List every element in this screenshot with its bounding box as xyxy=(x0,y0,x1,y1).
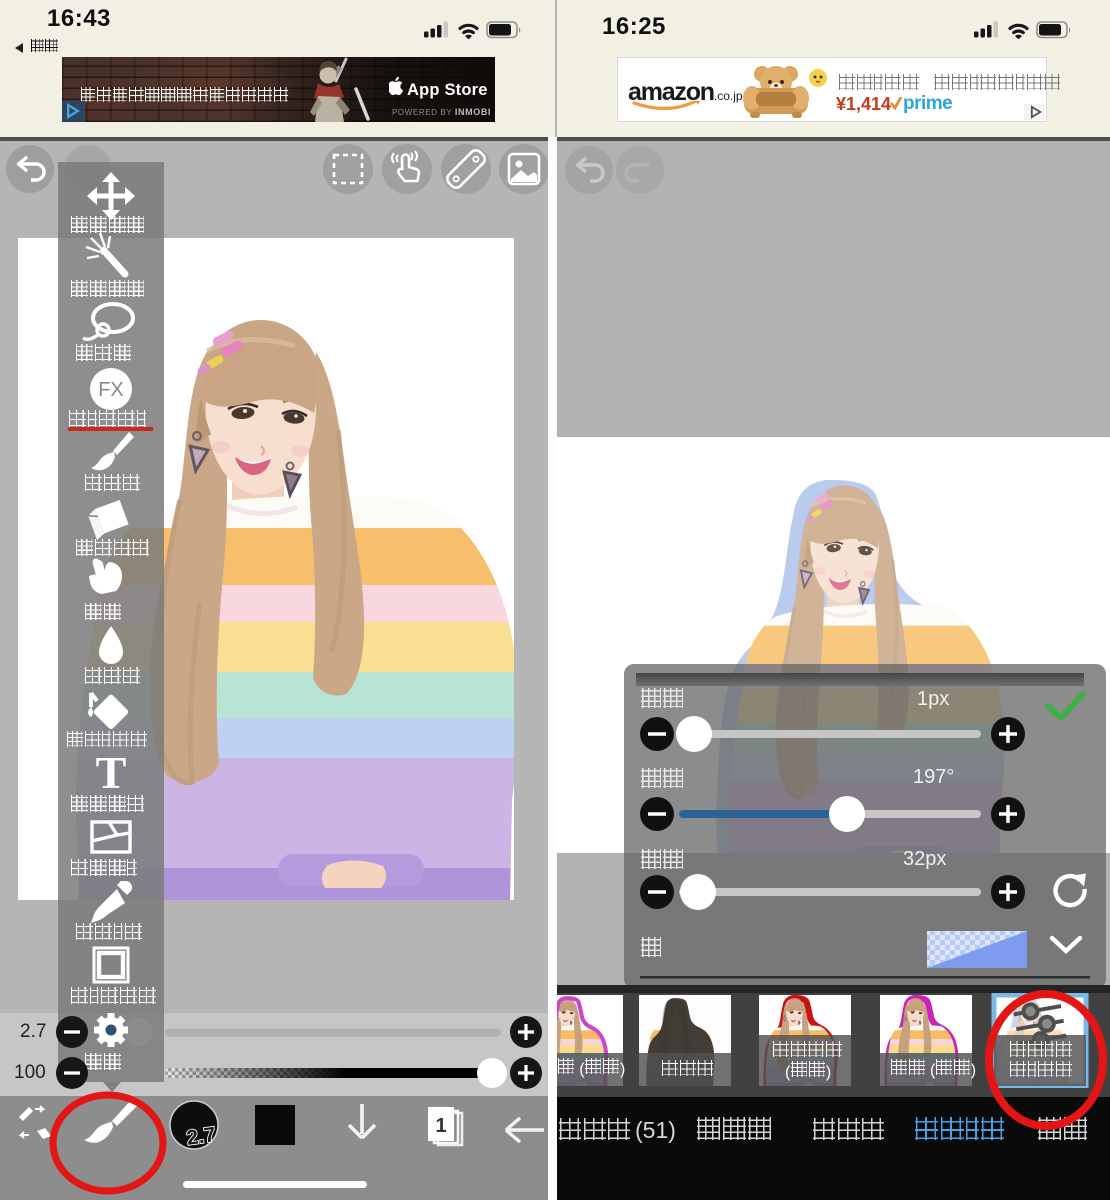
svg-text:1: 1 xyxy=(435,1115,446,1137)
svg-text:FX: FX xyxy=(98,379,124,401)
svg-text:2.7: 2.7 xyxy=(185,1123,217,1150)
svg-text:T: T xyxy=(96,747,127,798)
